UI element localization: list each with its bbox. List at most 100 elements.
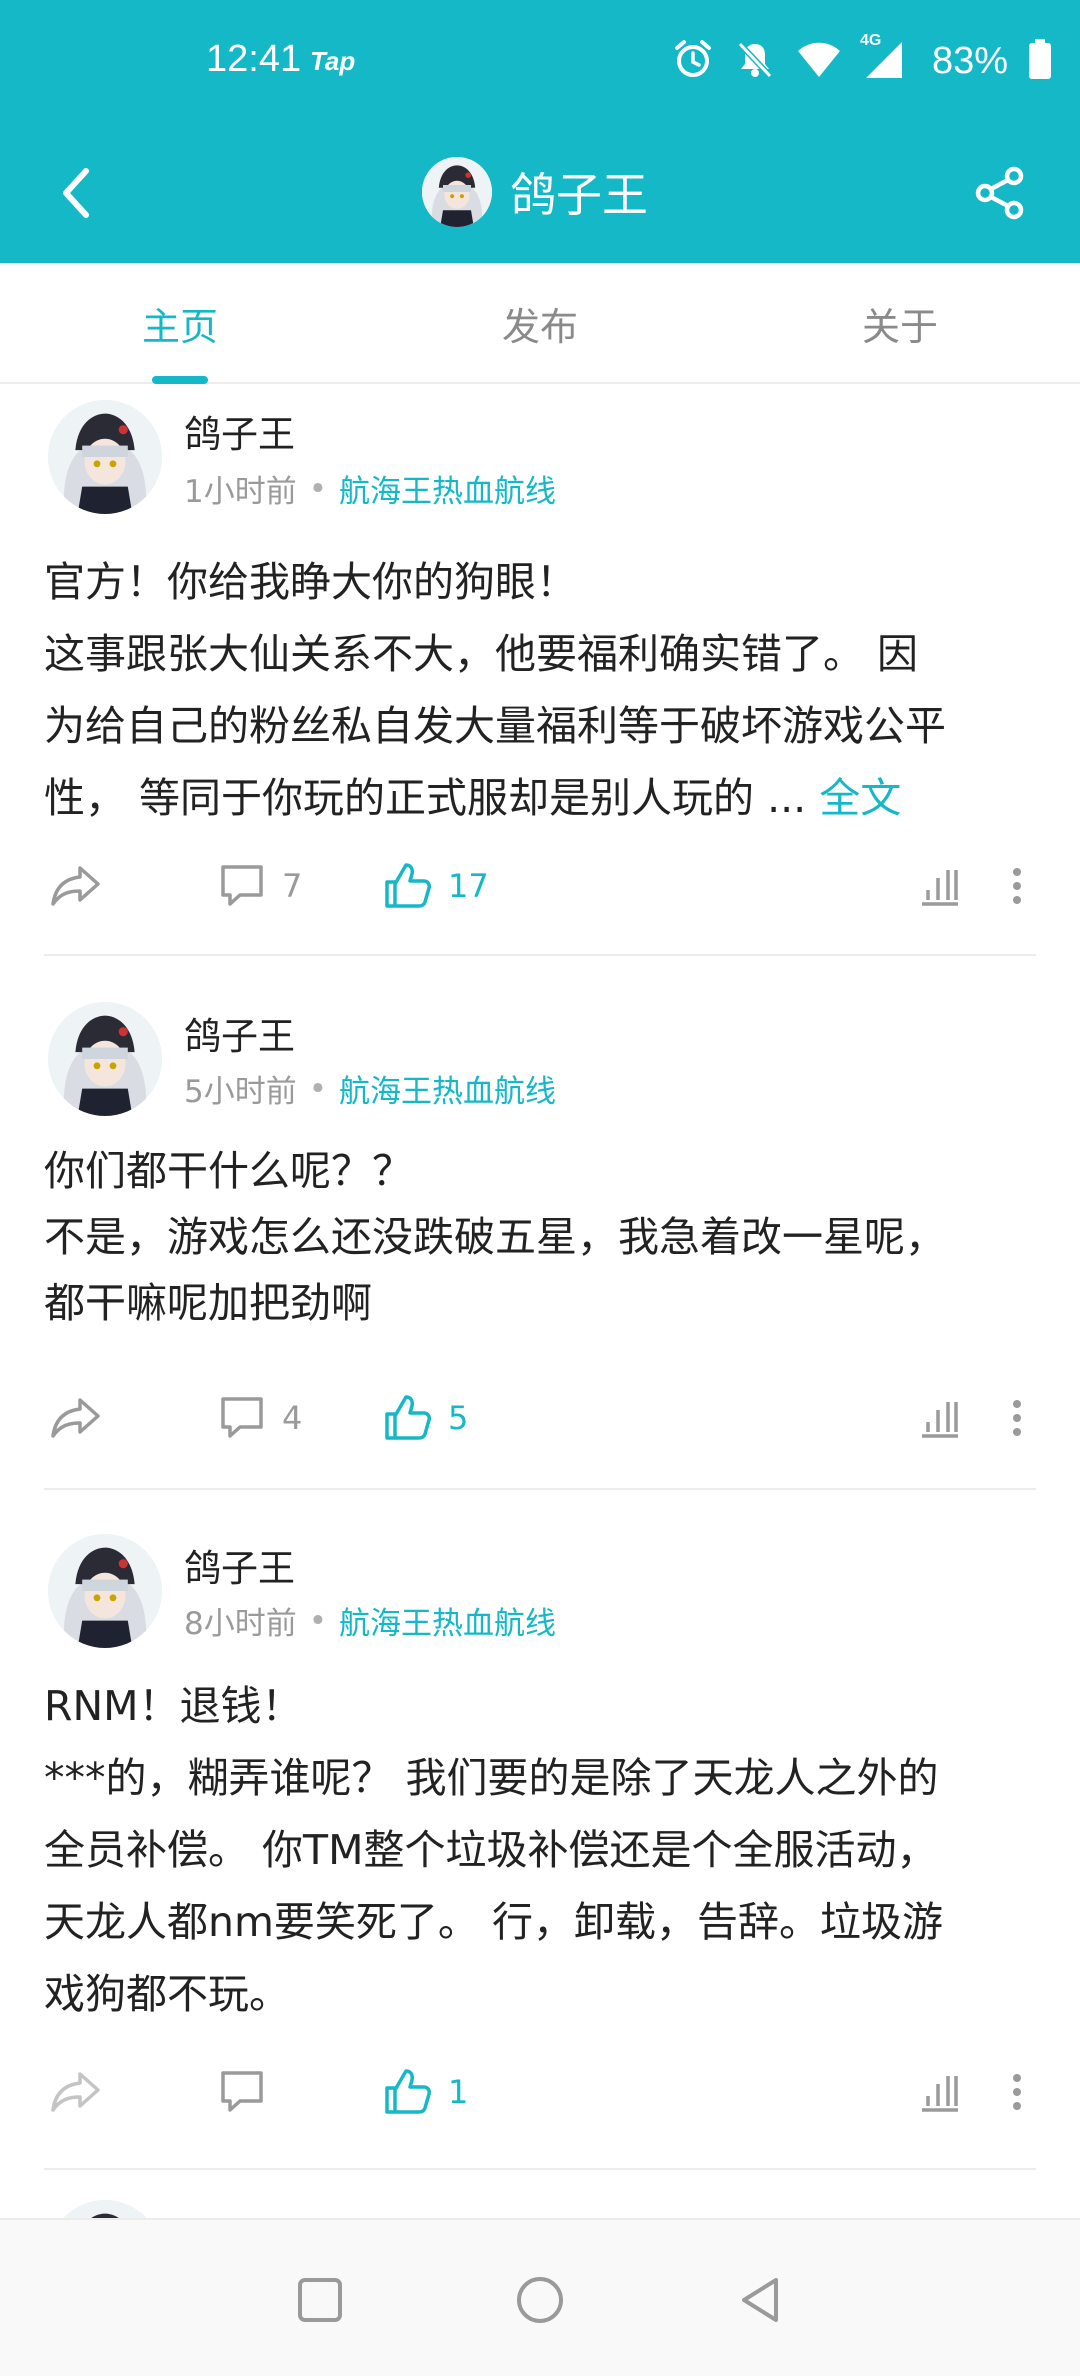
- post-meta: 5小时前 • 航海王热血航线: [184, 1066, 556, 1111]
- circle-icon: [517, 2277, 563, 2323]
- comment-count: 4: [282, 1399, 303, 1437]
- post-author[interactable]: 鸽子王: [184, 404, 295, 458]
- thumbs-up-icon: [385, 1395, 431, 1440]
- recent-apps-button[interactable]: [280, 2260, 360, 2340]
- tab-posts[interactable]: 发布: [360, 263, 720, 384]
- header-title: 鸽子王: [510, 168, 648, 222]
- post-time: 5小时前: [184, 1074, 297, 1110]
- comment-button[interactable]: 7: [218, 846, 302, 926]
- post-body[interactable]: 官方！你给我睁大你的狗眼！ 这事跟张大仙关系不大，他要福利确实错了。 因 为给自…: [44, 546, 1044, 834]
- back-button[interactable]: [36, 153, 116, 233]
- share-post-button[interactable]: [48, 2052, 104, 2132]
- post-line: ***的，糊弄谁呢？ 我们要的是除了天龙人之外的: [44, 1754, 939, 1802]
- network-type: 4G: [860, 32, 882, 49]
- bar-chart-icon: [922, 870, 958, 906]
- wifi-icon: [796, 39, 842, 83]
- more-vertical-icon: [1013, 868, 1021, 904]
- post-line-last: 性， 等同于你玩的正式服却是别人玩的 ... 全文: [44, 762, 1044, 834]
- battery-icon: [1028, 39, 1052, 83]
- bar-chart-icon: [922, 2076, 958, 2112]
- chevron-left-icon: [63, 168, 89, 218]
- top-bar: 12:41 Tap 4G 83% 鸽子王: [0, 0, 1080, 263]
- app-tag: Tap: [310, 46, 356, 76]
- like-count: 17: [448, 867, 489, 905]
- post-line: RNM！退钱！: [44, 1682, 303, 1730]
- more-vertical-icon: [1013, 1400, 1021, 1436]
- post-divider: [44, 1488, 1036, 1490]
- more-options-button[interactable]: [1010, 846, 1024, 926]
- avatar: [422, 157, 492, 227]
- battery-percent: 83%: [932, 39, 1009, 82]
- post-line: 都干嘛呢加把劲啊: [44, 1279, 372, 1327]
- stats-button[interactable]: [918, 1378, 962, 1458]
- separator-dot: •: [308, 470, 328, 507]
- post-feed[interactable]: 鸽子王 1小时前 • 航海王热血航线 官方！你给我睁大你的狗眼！ 这事跟张大仙关…: [0, 384, 1080, 2218]
- post-line: 戏狗都不玩。: [44, 1970, 290, 2018]
- post-topic[interactable]: 航海王热血航线: [339, 466, 556, 511]
- like-button[interactable]: 17: [382, 846, 489, 926]
- tab-bar: 主页 发布 关于: [0, 263, 1080, 384]
- avatar[interactable]: [48, 400, 162, 514]
- comment-button[interactable]: 4: [218, 1378, 302, 1458]
- post-meta: 1小时前 • 航海王热血航线: [184, 466, 556, 511]
- comment-button[interactable]: [218, 2052, 282, 2132]
- post-body[interactable]: RNM！退钱！ ***的，糊弄谁呢？ 我们要的是除了天龙人之外的 全员补偿。 你…: [44, 1670, 1044, 2030]
- status-icons: 4G 83%: [672, 32, 1052, 86]
- post-divider: [44, 2168, 1036, 2170]
- post-line: 全员补偿。 你TM整个垃圾补偿还是个全服活动，: [44, 1826, 938, 1874]
- comment-count: 7: [282, 867, 303, 905]
- share-button[interactable]: [960, 153, 1040, 233]
- stats-button[interactable]: [918, 2052, 962, 2132]
- like-button[interactable]: 1: [382, 2052, 468, 2132]
- post-line: 你们都干什么呢？？: [44, 1147, 413, 1195]
- post-author[interactable]: 鸽子王: [184, 1538, 295, 1592]
- post-meta: 8小时前 • 航海王热血航线: [184, 1598, 556, 1643]
- header-profile[interactable]: 鸽子王: [422, 149, 648, 235]
- post-author[interactable]: 鸽子王: [184, 1006, 295, 1060]
- like-count: 5: [448, 1399, 469, 1437]
- post-topic[interactable]: 航海王热血航线: [339, 1598, 556, 1643]
- post-topic[interactable]: 航海王热血航线: [339, 1066, 556, 1111]
- avatar[interactable]: [48, 1002, 162, 1116]
- tab-indicator: [152, 376, 208, 384]
- share-post-button[interactable]: [48, 1378, 104, 1458]
- share-post-button[interactable]: [48, 846, 104, 926]
- more-options-button[interactable]: [1010, 1378, 1024, 1458]
- forward-icon: [51, 2072, 100, 2112]
- more-vertical-icon: [1013, 2074, 1021, 2110]
- more-options-button[interactable]: [1010, 2052, 1024, 2132]
- post-line: 不是，游戏怎么还没跌破五星，我急着改一星呢，: [44, 1213, 946, 1261]
- cellular-signal-icon: 4G: [860, 32, 906, 84]
- separator-dot: •: [308, 1602, 328, 1639]
- system-nav-bar: [0, 2218, 1080, 2376]
- post-time: 1小时前: [184, 474, 297, 510]
- post-time: 8小时前: [184, 1606, 297, 1642]
- post-line: 这事跟张大仙关系不大，他要福利确实错了。 因: [44, 630, 919, 678]
- post-line-text: 性， 等同于你玩的正式服却是别人玩的 ...: [44, 774, 820, 822]
- home-button[interactable]: [500, 2260, 580, 2340]
- alarm-icon: [672, 38, 714, 84]
- avatar[interactable]: [48, 2200, 162, 2218]
- tab-about[interactable]: 关于: [720, 263, 1080, 384]
- status-bar: 12:41 Tap 4G 83%: [0, 0, 1080, 123]
- post-line: 天龙人都nm要笑死了。 行，卸载，告辞。垃圾游: [44, 1898, 943, 1946]
- thumbs-up-icon: [385, 2069, 431, 2114]
- mute-notifications-icon: [734, 38, 776, 84]
- comment-icon: [221, 1397, 263, 1438]
- expand-full-text-link[interactable]: 全文: [819, 774, 901, 822]
- tab-home[interactable]: 主页: [0, 263, 360, 384]
- post-divider: [44, 954, 1036, 956]
- post-body[interactable]: 你们都干什么呢？？ 不是，游戏怎么还没跌破五星，我急着改一星呢， 都干嘛呢加把劲…: [44, 1138, 1044, 1336]
- square-icon: [298, 2278, 342, 2322]
- post-actions: 1: [0, 2052, 1080, 2132]
- app-header: 鸽子王: [0, 123, 1080, 263]
- avatar[interactable]: [48, 1534, 162, 1648]
- triangle-back-icon: [742, 2278, 778, 2322]
- share-icon: [975, 166, 1024, 220]
- stats-button[interactable]: [918, 846, 962, 926]
- comment-icon: [221, 2071, 263, 2112]
- like-button[interactable]: 5: [382, 1378, 468, 1458]
- post-line: 官方！你给我睁大你的狗眼！: [44, 558, 577, 606]
- post-actions: 4 5: [0, 1378, 1080, 1458]
- back-nav-button[interactable]: [720, 2260, 800, 2340]
